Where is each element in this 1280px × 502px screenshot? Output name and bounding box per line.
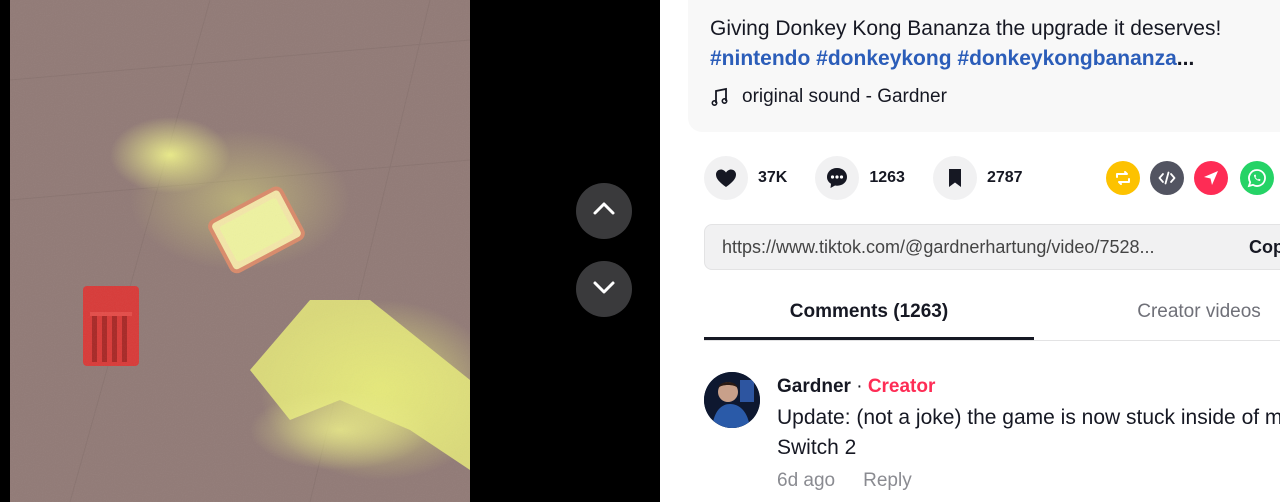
music-note-icon	[711, 87, 728, 107]
comment-header: Gardner · Creator	[777, 376, 935, 398]
whatsapp-button[interactable]	[1240, 161, 1274, 195]
reply-button[interactable]: Reply	[863, 470, 912, 491]
next-video-button[interactable]	[576, 261, 632, 317]
sound-name: original sound - Gardner	[742, 86, 947, 107]
hashtag-ellipsis: ...	[1176, 47, 1195, 70]
creator-badge: Creator	[867, 376, 936, 397]
chevron-down-icon	[590, 273, 618, 306]
comment-separator: ·	[850, 376, 868, 397]
comment-count: 1263	[869, 169, 905, 186]
repost-icon	[1116, 171, 1130, 185]
heart-icon	[704, 156, 748, 200]
whatsapp-icon	[1247, 169, 1266, 188]
copy-link-button[interactable]: Copy link	[1249, 237, 1280, 258]
embed-icon	[1158, 171, 1176, 185]
comment-meta: 6d ago Reply	[777, 470, 912, 492]
comment-time: 6d ago	[777, 470, 836, 491]
video-url[interactable]: https://www.tiktok.com/@gardnerhartung/v…	[722, 237, 1155, 258]
like-button[interactable]: 37K	[704, 156, 787, 200]
previous-video-button[interactable]	[576, 183, 632, 239]
comment-text: Update: (not a joke) the game is now stu…	[777, 406, 1280, 459]
bookmark-icon	[932, 156, 977, 200]
video-description: Giving Donkey Kong Bananza the upgrade i…	[710, 14, 1280, 74]
description-text: Giving Donkey Kong Bananza the upgrade i…	[710, 17, 1222, 40]
action-bar: 37K 1263 2787	[704, 155, 1051, 201]
video-frame[interactable]	[10, 0, 470, 502]
hashtag-link[interactable]: #donkeykongbananza	[957, 47, 1176, 70]
comment-button[interactable]: 1263	[815, 156, 905, 200]
hashtag-list: #nintendo #donkeykong #donkeykongbananza…	[710, 44, 1280, 74]
send-button[interactable]	[1194, 161, 1228, 195]
save-count: 2787	[986, 169, 1023, 186]
save-button[interactable]: 2787	[932, 156, 1023, 200]
video-link-box: https://www.tiktok.com/@gardnerhartung/v…	[704, 224, 1280, 270]
description-box: Giving Donkey Kong Bananza the upgrade i…	[688, 0, 1280, 132]
like-count: 37K	[758, 169, 788, 186]
hashtag-link[interactable]: #donkeykong	[816, 47, 951, 70]
chevron-up-icon	[590, 195, 618, 228]
sound-link[interactable]: original sound - Gardner	[710, 84, 947, 110]
comment-icon	[815, 156, 860, 200]
video-player[interactable]	[0, 0, 660, 502]
avatar[interactable]	[704, 372, 760, 428]
repost-button[interactable]	[1106, 161, 1140, 195]
tab-creator-videos[interactable]: Creator videos	[1094, 286, 1280, 338]
send-icon	[1204, 171, 1218, 185]
tab-comments[interactable]: Comments (1263)	[704, 286, 1034, 340]
details-panel: Giving Donkey Kong Bananza the upgrade i…	[660, 0, 1280, 502]
tab-bar: Comments (1263) Creator videos	[704, 286, 1280, 341]
video-image	[10, 0, 470, 502]
hashtag-link[interactable]: #nintendo	[710, 47, 810, 70]
comment-username[interactable]: Gardner	[777, 376, 851, 397]
embed-button[interactable]	[1150, 161, 1184, 195]
